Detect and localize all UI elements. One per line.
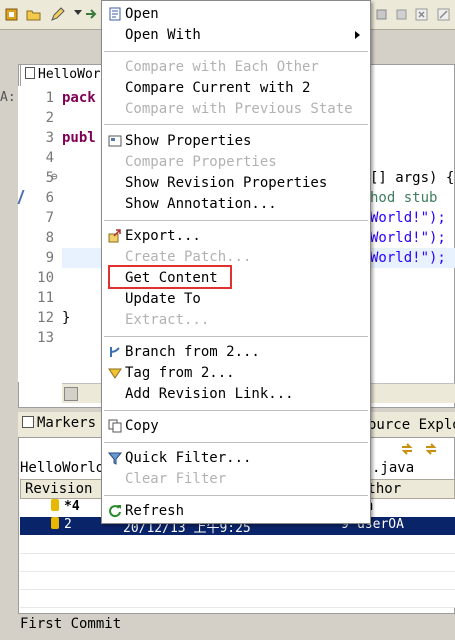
link-icon[interactable] (424, 442, 438, 456)
menu-item-clear-filter: Clear Filter (125, 471, 227, 487)
highlight-annotation (108, 265, 232, 289)
menu-item-compare-current[interactable]: Compare Current with 2 (125, 80, 310, 96)
menu-item-show-revision-properties[interactable]: Show Revision Properties (125, 175, 327, 191)
java-file-icon (25, 67, 35, 79)
revision-icon (51, 517, 59, 529)
menu-item-extract: Extract... (125, 312, 210, 328)
code-line-9: World!"); (370, 250, 446, 266)
scroll-left-icon[interactable] (64, 387, 78, 401)
filter-icon (108, 452, 122, 465)
line-number: 8 (45, 230, 54, 246)
pen-icon[interactable] (50, 7, 65, 22)
open-file-icon (109, 7, 121, 21)
sync-icon[interactable] (400, 442, 414, 456)
line-number: 2 (45, 110, 54, 126)
menu-item-open-with[interactable]: Open With (125, 27, 201, 43)
menu-item-copy[interactable]: Copy (125, 418, 159, 434)
new-icon[interactable] (4, 7, 19, 22)
line-number: 9 (45, 250, 54, 266)
navigate-icon[interactable] (84, 7, 99, 22)
revision-icon (51, 499, 59, 511)
menu-separator (104, 124, 368, 125)
menu-item-tag[interactable]: Tag from 2... (125, 365, 235, 381)
open-folder-icon[interactable] (26, 7, 41, 22)
code-line-1: pack (62, 90, 96, 106)
properties-icon (108, 135, 122, 147)
line-number: 1 (45, 90, 54, 106)
menu-item-compare-previous: Compare with Previous State (125, 101, 353, 117)
menu-item-export[interactable]: Export... (125, 228, 201, 244)
refresh-icon (109, 505, 121, 518)
menu-separator (104, 51, 368, 52)
markers-tab-label: Markers (37, 415, 97, 431)
menu-item-compare-each-other: Compare with Each Other (125, 59, 319, 75)
dropdown-arrow-icon[interactable] (74, 10, 82, 15)
line-number: 7 (45, 210, 54, 226)
menu-item-refresh[interactable]: Refresh (125, 503, 184, 519)
line-number: 3 (45, 130, 54, 146)
grid-line (20, 607, 455, 608)
menu-separator (104, 442, 368, 443)
stop-icon[interactable] (394, 7, 409, 22)
context-menu: Open Open With Compare with Each Other C… (101, 0, 371, 524)
line-number: 12 (37, 310, 54, 326)
menu-item-quick-filter[interactable]: Quick Filter... (125, 450, 251, 466)
code-line-6: hod stub (370, 190, 438, 206)
side-label: A: (0, 90, 16, 105)
menu-item-branch[interactable]: Branch from 2... (125, 344, 260, 360)
file-ext-label: .java (372, 460, 415, 476)
tab-source-explorer[interactable]: ource Explo (368, 417, 455, 433)
line-number: 13 (37, 330, 54, 346)
copy-icon (108, 419, 122, 433)
revision-cell: *4 (64, 499, 80, 514)
code-line-5: [] args) { (370, 170, 455, 186)
menu-item-open[interactable]: Open (125, 6, 159, 22)
fold-toggle-icon[interactable]: ⊖ (51, 170, 58, 183)
cancel-icon[interactable] (414, 7, 429, 22)
revision-cell: 2 (64, 517, 72, 532)
square-icon[interactable] (374, 7, 389, 22)
tag-icon (108, 368, 122, 379)
menu-separator (104, 410, 368, 411)
menu-separator (104, 495, 368, 496)
grid-line (20, 571, 455, 572)
line-number: 11 (37, 290, 54, 306)
code-line-7: World!"); (370, 210, 446, 226)
menu-separator (104, 220, 368, 221)
code-line-8: World!"); (370, 230, 446, 246)
menu-item-add-revision-link[interactable]: Add Revision Link... (125, 386, 294, 402)
menu-item-update-to[interactable]: Update To (125, 291, 201, 307)
menu-item-show-properties[interactable]: Show Properties (125, 133, 251, 149)
code-line-3: publ (62, 130, 96, 146)
grid-line (20, 553, 455, 554)
line-number: 4 (45, 150, 54, 166)
menu-item-show-annotation[interactable]: Show Annotation... (125, 196, 277, 212)
tab-markers[interactable]: Markers (22, 415, 96, 431)
export-icon (108, 229, 121, 243)
menu-item-compare-properties: Compare Properties (125, 154, 277, 170)
line-number: 5 (45, 170, 54, 186)
menu-separator (104, 336, 368, 337)
line-number: 10 (37, 270, 54, 286)
disconnect-icon[interactable] (436, 7, 451, 22)
grid-line (20, 589, 455, 590)
submenu-arrow-icon (355, 31, 360, 39)
markers-icon (22, 416, 34, 428)
commit-message: First Commit (20, 616, 122, 632)
branch-icon (110, 347, 120, 357)
file-name-label: HelloWorld (20, 460, 105, 476)
menu-item-create-patch: Create Patch... (125, 249, 252, 265)
code-line-12: } (62, 310, 71, 326)
